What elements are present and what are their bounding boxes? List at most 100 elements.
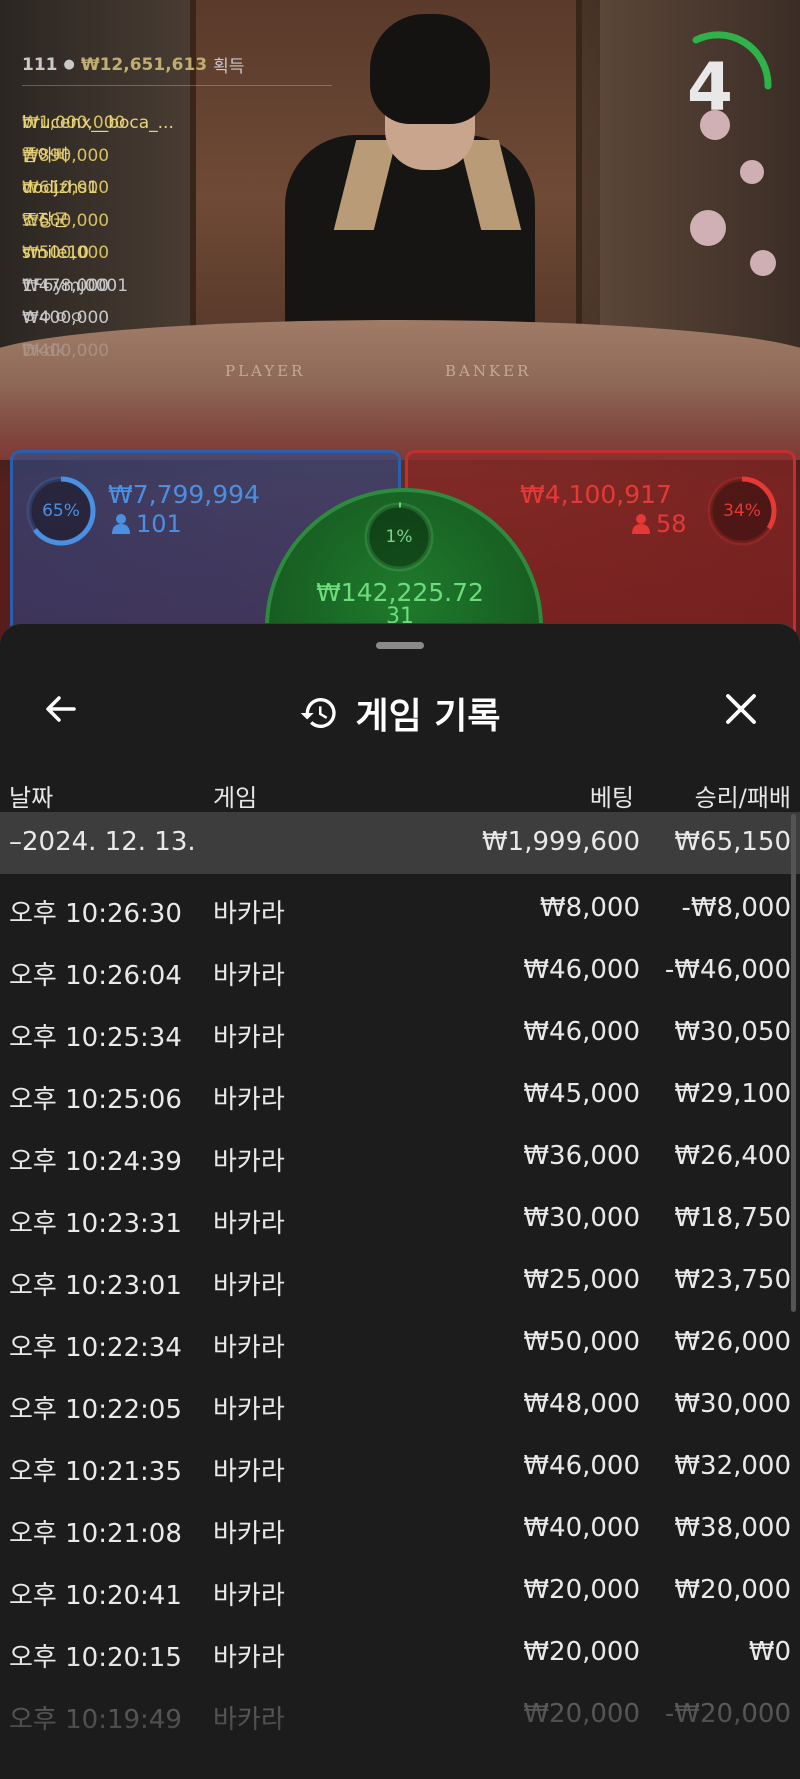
- history-row[interactable]: 오후 10:25:06 바카라 ₩45,000 ₩29,100: [0, 1064, 800, 1126]
- row-time: 오후 10:26:30: [9, 899, 182, 929]
- row-time: 오후 10:24:39: [9, 1147, 182, 1177]
- row-bet: ₩30,000: [523, 1203, 640, 1233]
- history-row[interactable]: 오후 10:26:30 바카라 ₩8,000 -₩8,000: [0, 878, 800, 940]
- row-bet: ₩46,000: [523, 1451, 640, 1481]
- leaderboard-header: 111 ● ₩12,651,613 획득: [22, 52, 342, 78]
- date-summary-row[interactable]: –2024. 12. 13. ₩1,999,600 ₩65,150: [0, 812, 800, 874]
- close-button[interactable]: [718, 686, 764, 732]
- row-bet: ₩20,000: [523, 1699, 640, 1729]
- row-game: 바카라: [213, 1457, 285, 1487]
- row-game: 바카라: [213, 1643, 285, 1673]
- row-game: 바카라: [213, 1333, 285, 1363]
- history-row[interactable]: 오후 10:22:34 바카라 ₩50,000 ₩26,000: [0, 1312, 800, 1374]
- history-row[interactable]: 오후 10:19:49 바카라 ₩20,000 -₩20,000: [0, 1684, 800, 1746]
- row-game: 바카라: [213, 1705, 285, 1735]
- winners-leaderboard: 111 ● ₩12,651,613 획득 ₩1,000,000 brucenx__…: [22, 52, 342, 361]
- summary-winloss: ₩65,150: [674, 827, 791, 857]
- total-winnings: ₩12,651,613: [80, 54, 208, 75]
- row-game: 바카라: [213, 1519, 285, 1549]
- row-winloss: ₩23,750: [674, 1265, 791, 1295]
- leaderboard-row: ₩478,000 1F6ymj0001: [22, 255, 800, 296]
- row-game: 바카라: [213, 1271, 285, 1301]
- sheet-header: 게임 기록: [0, 664, 800, 762]
- row-bet: ₩40,000: [523, 1513, 640, 1543]
- row-bet: ₩8,000: [539, 893, 640, 923]
- row-winloss: ₩26,400: [674, 1141, 791, 1171]
- leaderboard-row: ₩400,000 Dkdk: [22, 320, 800, 361]
- row-bet: ₩25,000: [523, 1265, 640, 1295]
- drag-handle[interactable]: [376, 642, 424, 649]
- row-time: 오후 10:25:06: [9, 1085, 182, 1115]
- game-history-sheet: 게임 기록 날짜 게임 베팅 승리/패배 –2024. 12. 13. ₩1,9…: [0, 623, 800, 1779]
- row-bet: ₩45,000: [523, 1079, 640, 1109]
- column-game: 게임: [213, 784, 258, 812]
- tie-bet-amount: ₩142,225.72: [316, 578, 484, 607]
- history-row[interactable]: 오후 10:23:01 바카라 ₩25,000 ₩23,750: [0, 1250, 800, 1312]
- row-winloss: ₩30,050: [674, 1017, 791, 1047]
- countdown-value: 4: [687, 49, 733, 126]
- row-winloss: ₩29,100: [674, 1079, 791, 1109]
- table-player-label: PLAYER: [225, 362, 306, 380]
- row-winloss: ₩26,000: [674, 1327, 791, 1357]
- row-game: 바카라: [213, 961, 285, 991]
- row-bet: ₩50,000: [523, 1327, 640, 1357]
- page-title: 게임 기록: [355, 696, 501, 737]
- row-bet: ₩46,000: [523, 1017, 640, 1047]
- person-icon: [632, 514, 650, 534]
- history-row[interactable]: 오후 10:21:08 바카라 ₩40,000 ₩38,000: [0, 1498, 800, 1560]
- row-game: 바카라: [213, 1581, 285, 1611]
- tie-percent: 1%: [385, 527, 413, 547]
- history-row[interactable]: 오후 10:20:41 바카라 ₩20,000 ₩20,000: [0, 1560, 800, 1622]
- banker-bettor-count: 58: [632, 510, 687, 538]
- winner-name: Dkdk: [22, 340, 66, 361]
- history-row[interactable]: 오후 10:22:05 바카라 ₩48,000 ₩30,000: [0, 1374, 800, 1436]
- row-time: 오후 10:20:41: [9, 1581, 182, 1611]
- back-button[interactable]: [38, 686, 84, 732]
- row-winloss: ₩0: [748, 1637, 791, 1667]
- history-row[interactable]: 오후 10:21:35 바카라 ₩46,000 ₩32,000: [0, 1436, 800, 1498]
- row-game: 바카라: [213, 1147, 285, 1177]
- leaderboard-row: ₩500,000 smile10: [22, 222, 800, 263]
- row-time: 오후 10:21:08: [9, 1519, 182, 1549]
- row-game: 바카라: [213, 1395, 285, 1425]
- arrow-left-icon: [46, 696, 76, 722]
- player-percent: 65%: [42, 501, 80, 521]
- history-list[interactable]: –2024. 12. 13. ₩1,999,600 ₩65,150 오후 10:…: [0, 812, 800, 1746]
- row-winloss: -₩8,000: [681, 893, 791, 923]
- row-time: 오후 10:23:31: [9, 1209, 182, 1239]
- history-row[interactable]: 오후 10:24:39 바카라 ₩36,000 ₩26,400: [0, 1126, 800, 1188]
- player-bet-amount: ₩7,799,994: [108, 480, 260, 509]
- column-winloss: 승리/패배: [694, 784, 791, 812]
- history-icon: [301, 698, 337, 728]
- history-row[interactable]: 오후 10:25:34 바카라 ₩46,000 ₩30,050: [0, 1002, 800, 1064]
- history-row[interactable]: 오후 10:26:04 바카라 ₩46,000 -₩46,000: [0, 940, 800, 1002]
- player-percent-ring: 65%: [24, 474, 98, 548]
- row-bet: ₩46,000: [523, 955, 640, 985]
- row-time: 오후 10:25:34: [9, 1023, 182, 1053]
- row-bet: ₩36,000: [523, 1141, 640, 1171]
- row-winloss: ₩18,750: [674, 1203, 791, 1233]
- row-game: 바카라: [213, 1209, 285, 1239]
- row-bet: ₩48,000: [523, 1389, 640, 1419]
- leaderboard-row: ₩610,000 dodjzhs1: [22, 157, 800, 198]
- row-winloss: ₩30,000: [674, 1389, 791, 1419]
- summary-date: –2024. 12. 13.: [9, 827, 196, 857]
- history-row[interactable]: 오후 10:23:31 바카라 ₩30,000 ₩18,750: [0, 1188, 800, 1250]
- row-bet: ₩20,000: [523, 1637, 640, 1667]
- banker-percent-ring: 34%: [705, 474, 779, 548]
- banker-bet-amount: ₩4,100,917: [520, 480, 672, 509]
- close-icon: [726, 694, 756, 724]
- banker-count-value: 58: [656, 510, 687, 538]
- row-game: 바카라: [213, 1023, 285, 1053]
- row-bet: ₩20,000: [523, 1575, 640, 1605]
- column-bet: 베팅: [589, 784, 634, 812]
- row-winloss: ₩32,000: [674, 1451, 791, 1481]
- player-bettor-count: 101: [112, 510, 182, 538]
- scrollbar[interactable]: [791, 814, 796, 1312]
- row-time: 오후 10:21:35: [9, 1457, 182, 1487]
- leaderboard-row: ₩400,000 ㅇㅇㅇㅇ: [22, 287, 800, 328]
- table-banker-label: BANKER: [445, 362, 532, 380]
- history-row[interactable]: 오후 10:20:15 바카라 ₩20,000 ₩0: [0, 1622, 800, 1684]
- leaderboard-row: ₩600,000 조장군: [22, 190, 800, 231]
- player-count-value: 101: [136, 510, 182, 538]
